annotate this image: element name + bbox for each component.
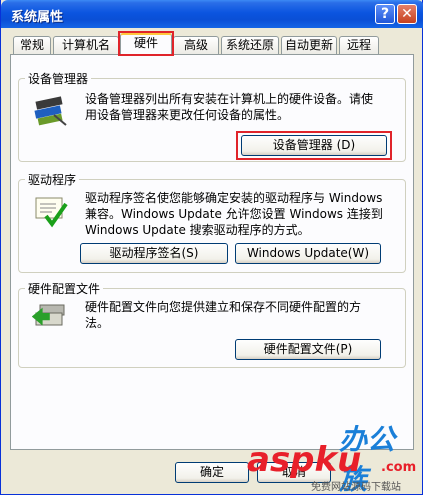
watermark-brand-en: aspku (247, 440, 362, 480)
device-manager-group-title: 设备管理器 (25, 70, 92, 87)
hardware-tab-panel: 设备管理器 设备管理器列出所有安装在计算机上的硬件设备。请使 用设备管理器来更改… (10, 54, 414, 450)
drivers-desc-2: 兼容。Windows Update 允许您设置 Windows 连接到 (85, 207, 383, 221)
drivers-group: 驱动程序 驱动程序签名使您能够确定安装的驱动程序与 Windows 兼容。Win… (18, 171, 406, 273)
drivers-group-title: 驱动程序 (25, 171, 80, 188)
drivers-desc-3: Windows Update 搜索驱动程序的方式。 (85, 223, 310, 237)
hardware-profiles-group-title: 硬件配置文件 (25, 280, 104, 297)
device-manager-desc-1: 设备管理器列出所有安装在计算机上的硬件设备。请使 (85, 92, 374, 106)
system-properties-window: 系统属性 ? ✕ 常规 计算机名 硬件 高级 系统还原 自动更新 远程 设备管理… (0, 0, 423, 496)
watermark-tagline: 免费网站源码下载站 (311, 482, 401, 493)
help-button[interactable]: ? (375, 4, 395, 24)
tab-automatic-updates[interactable]: 自动更新 (281, 36, 337, 54)
driver-signing-icon (35, 197, 68, 228)
tab-system-restore[interactable]: 系统还原 (221, 36, 279, 54)
device-manager-button-highlight (236, 131, 392, 160)
window-title: 系统属性 (11, 10, 64, 25)
windows-update-button[interactable]: Windows Update(W) (235, 243, 381, 264)
tab-advanced[interactable]: 高级 (173, 36, 219, 54)
tab-general[interactable]: 常规 (13, 36, 51, 54)
hardware-profiles-desc-1: 硬件配置文件向您提供建立和保存不同硬件配置的方 (85, 300, 362, 314)
drivers-desc-1: 驱动程序签名使您能够确定安装的驱动程序与 Windows (85, 191, 383, 205)
driver-signing-button[interactable]: 驱动程序签名(S) (80, 243, 228, 264)
title-bar[interactable]: 系统属性 ? ✕ (1, 0, 423, 28)
hardware-profiles-icon (32, 304, 65, 326)
device-manager-icon (34, 96, 67, 126)
tab-computer-name[interactable]: 计算机名 (53, 36, 119, 54)
hardware-tab-highlight (118, 31, 174, 56)
hardware-profiles-desc-2: 法。 (85, 316, 110, 330)
close-button[interactable]: ✕ (397, 4, 417, 24)
ok-button[interactable]: 确定 (175, 462, 249, 483)
hardware-profiles-button[interactable]: 硬件配置文件(P) (235, 339, 381, 360)
tab-remote[interactable]: 远程 (339, 36, 379, 54)
watermark-domain: .com (381, 460, 417, 475)
device-manager-desc-2: 用设备管理器来更改任何设备的属性。 (85, 108, 290, 122)
hardware-profiles-group: 硬件配置文件 硬件配置文件向您提供建立和保存不同硬件配置的方 法。 硬件配置文件… (18, 280, 406, 368)
device-manager-group: 设备管理器 设备管理器列出所有安装在计算机上的硬件设备。请使 用设备管理器来更改… (18, 70, 406, 162)
